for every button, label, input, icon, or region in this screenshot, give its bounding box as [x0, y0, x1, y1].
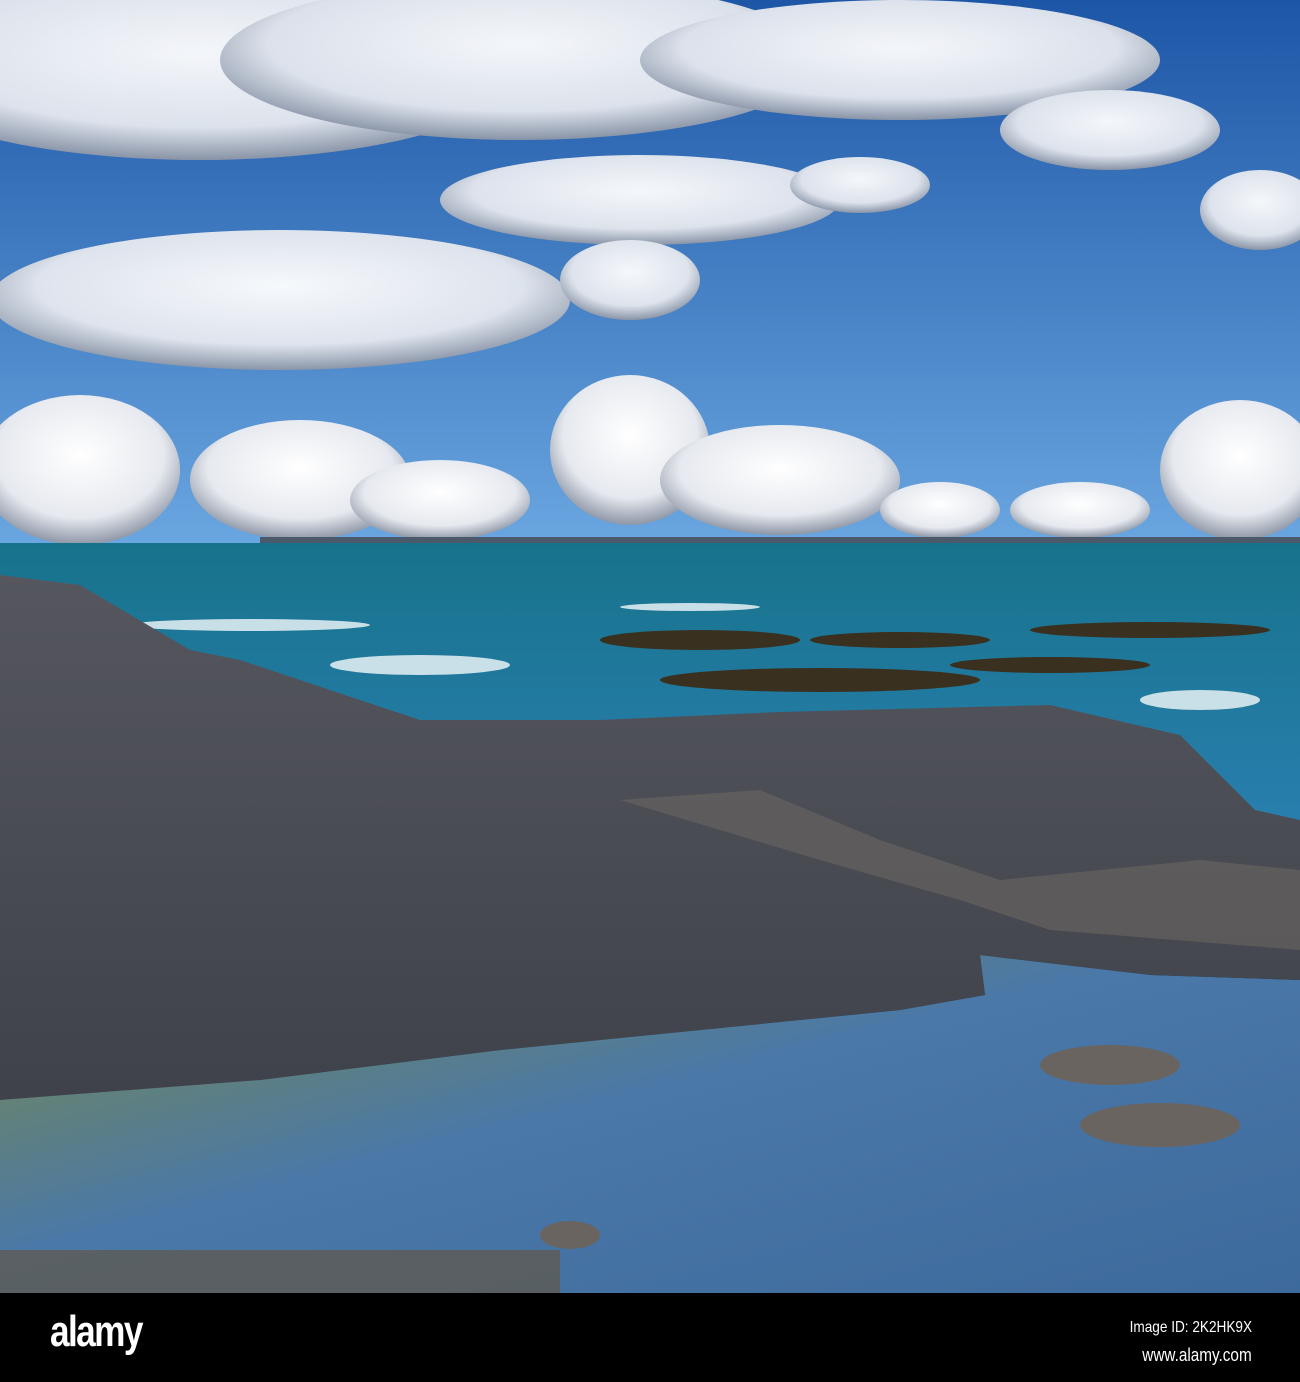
- watermark-footer: alamy Image ID: 2K2HK9X www.alamy.com: [0, 1293, 1300, 1382]
- pebble-shore: [0, 1250, 560, 1293]
- photo-frame: alamy Image ID: 2K2HK9X www.alamy.com: [0, 0, 1300, 1382]
- website-link: www.alamy.com: [1142, 1345, 1252, 1365]
- image-id: Image ID: 2K2HK9X: [1129, 1319, 1252, 1336]
- coastal-seascape-photo: [0, 0, 1300, 1293]
- alamy-logo: alamy: [50, 1307, 143, 1356]
